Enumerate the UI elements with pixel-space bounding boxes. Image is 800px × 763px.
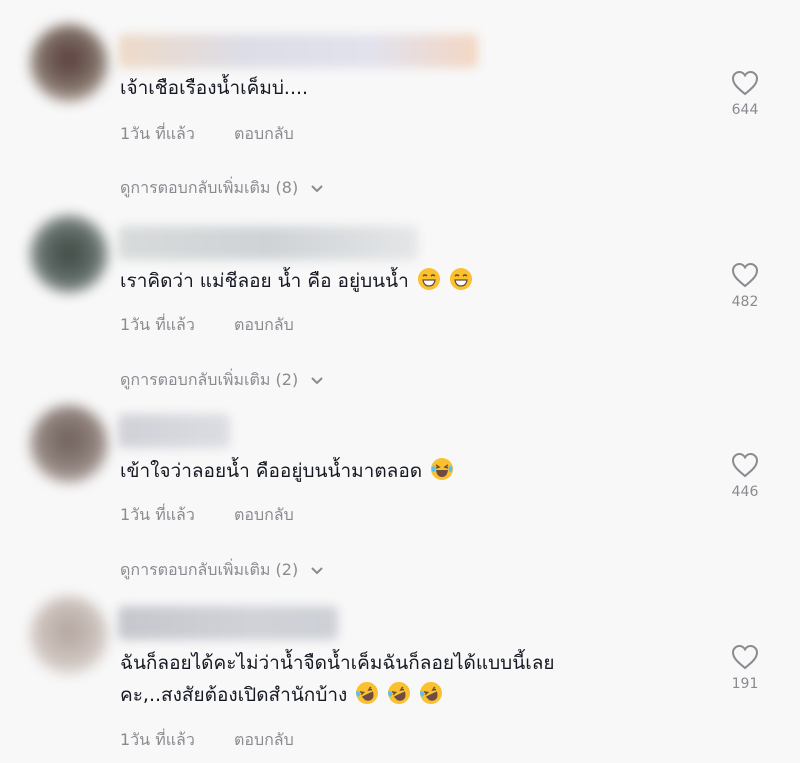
comment-time: 1วัน ที่แล้ว <box>120 315 195 334</box>
rofl-emoji <box>420 682 443 704</box>
chevron-down-icon[interactable] <box>311 376 323 385</box>
heart-icon[interactable] <box>731 452 759 478</box>
like-count: 482 <box>731 294 759 310</box>
like-count: 644 <box>731 102 759 118</box>
chevron-down-icon[interactable] <box>311 566 323 575</box>
comment-meta: 1วัน ที่แล้ว ตอบกลับ <box>120 313 294 338</box>
reply-button[interactable]: ตอบกลับ <box>234 122 294 147</box>
avatar[interactable] <box>30 24 108 102</box>
view-more-replies[interactable]: ดูการตอบกลับเพิ่มเติม (8) <box>120 176 323 201</box>
rofl-emoji <box>356 682 379 704</box>
username-blurred[interactable] <box>118 414 230 448</box>
comment-time: 1วัน ที่แล้ว <box>120 505 195 524</box>
comment-text: ฉันก็ลอยได้คะไม่ว่าน้ำจืดน้ำเค็มฉันก็ลอย… <box>120 652 555 674</box>
like-count: 191 <box>731 676 759 692</box>
view-more-replies[interactable]: ดูการตอบกลับเพิ่มเติม (2) <box>120 368 323 393</box>
comment-text-continued: คะ,..สงสัยต้องเปิดสำนักบ้าง <box>120 684 348 706</box>
comment-time: 1วัน ที่แล้ว <box>120 124 195 143</box>
grin-emoji <box>449 268 472 290</box>
reply-button[interactable]: ตอบกลับ <box>234 503 294 528</box>
rofl-emoji <box>388 682 411 704</box>
view-more-replies-label[interactable]: ดูการตอบกลับเพิ่มเติม (2) <box>120 560 298 579</box>
view-more-replies-label[interactable]: ดูการตอบกลับเพิ่มเติม (8) <box>120 178 298 197</box>
avatar[interactable] <box>30 215 108 293</box>
comment-text-row: คะ,..สงสัยต้องเปิดสำนักบ้าง <box>120 678 443 712</box>
comment-meta: 1วัน ที่แล้ว ตอบกลับ <box>120 503 294 528</box>
grin-emoji <box>417 268 440 290</box>
comment-text: เราคิดว่า แม่ชีลอย น้ำ คือ อยู่บนน้ำ <box>120 270 409 292</box>
username-blurred[interactable] <box>118 226 418 260</box>
comment-text-row: เข้าใจว่าลอยน้ำ คืออยู่บนน้ำมาตลอด <box>120 454 454 488</box>
like-button[interactable]: 446 <box>722 452 768 500</box>
like-count: 446 <box>731 484 759 500</box>
comment-text: เข้าใจว่าลอยน้ำ คืออยู่บนน้ำมาตลอด <box>120 460 423 482</box>
heart-icon[interactable] <box>731 70 759 96</box>
username-blurred[interactable] <box>118 34 478 68</box>
avatar[interactable] <box>30 596 108 674</box>
view-more-replies-label[interactable]: ดูการตอบกลับเพิ่มเติม (2) <box>120 370 298 389</box>
comment-text-row: เราคิดว่า แม่ชีลอย น้ำ คือ อยู่บนน้ำ <box>120 264 473 298</box>
comment-list: เจ้าเชือเรืองน้ำเค็มบ่.... 1วัน ที่แล้ว … <box>0 0 800 763</box>
laughing-tears-emoji <box>431 458 454 480</box>
heart-icon[interactable] <box>731 262 759 288</box>
avatar[interactable] <box>30 405 108 483</box>
heart-icon[interactable] <box>731 644 759 670</box>
like-button[interactable]: 644 <box>722 70 768 118</box>
view-more-replies[interactable]: ดูการตอบกลับเพิ่มเติม (2) <box>120 558 323 583</box>
chevron-down-icon[interactable] <box>311 184 323 193</box>
comment-text: เจ้าเชือเรืองน้ำเค็มบ่.... <box>120 77 309 99</box>
reply-button[interactable]: ตอบกลับ <box>234 313 294 338</box>
comment-meta: 1วัน ที่แล้ว ตอบกลับ <box>120 122 294 147</box>
like-button[interactable]: 191 <box>722 644 768 692</box>
reply-button[interactable]: ตอบกลับ <box>234 728 294 753</box>
comment-meta: 1วัน ที่แล้ว ตอบกลับ <box>120 728 294 753</box>
like-button[interactable]: 482 <box>722 262 768 310</box>
comment-time: 1วัน ที่แล้ว <box>120 730 195 749</box>
username-blurred[interactable] <box>118 606 338 640</box>
